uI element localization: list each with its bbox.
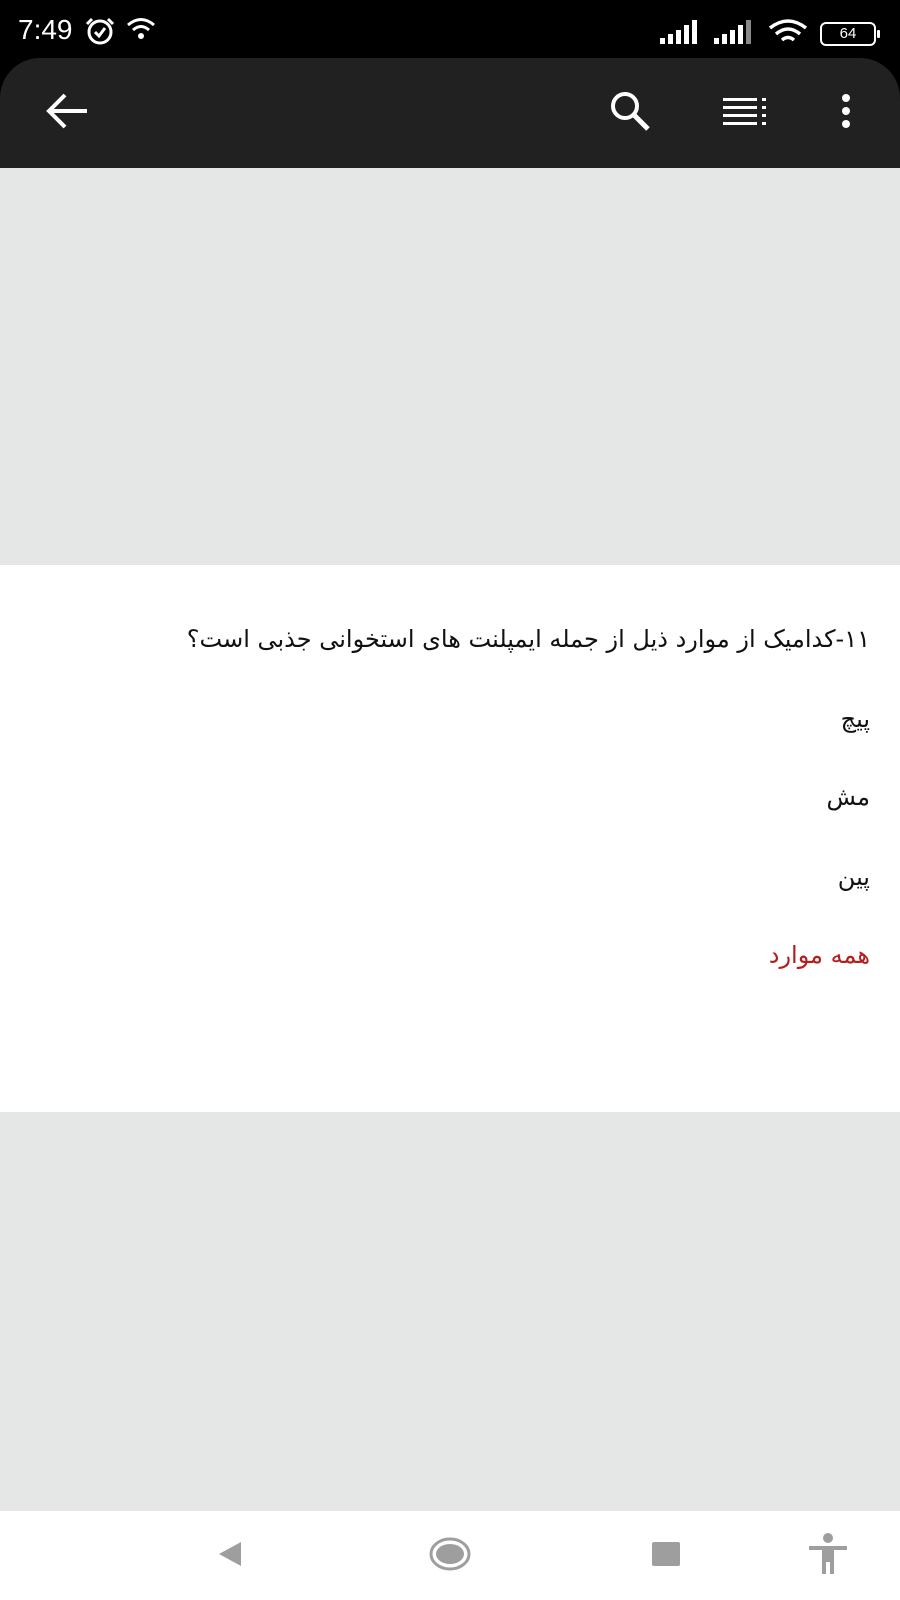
signal-icon-2 <box>714 20 756 48</box>
wifi-icon <box>768 18 808 50</box>
back-button[interactable] <box>39 85 95 141</box>
option-4-correct-answer[interactable]: همه موارد <box>769 941 870 969</box>
question-card: ۱۱-کدامیک از موارد ذیل از جمله ایمپلنت ه… <box>0 565 900 1112</box>
option-3[interactable]: پین <box>838 863 870 891</box>
more-options-button[interactable] <box>818 85 874 141</box>
ad-placeholder-bottom <box>0 1112 900 1511</box>
nav-home-button[interactable] <box>420 1531 480 1581</box>
signal-icon <box>660 20 702 48</box>
nav-home-icon <box>428 1536 472 1576</box>
search-button[interactable] <box>602 85 658 141</box>
system-nav-bar <box>0 1511 900 1600</box>
status-bar: 7:49 64 <box>0 0 900 58</box>
nav-back-icon <box>215 1539 245 1573</box>
nav-recents-icon <box>651 1541 681 1571</box>
list-button[interactable] <box>718 85 774 141</box>
option-1[interactable]: پیچ <box>841 705 870 733</box>
alarm-icon <box>84 16 116 50</box>
accessibility-button[interactable] <box>798 1531 858 1581</box>
arrow-left-icon <box>45 93 89 133</box>
more-vert-icon <box>840 93 852 133</box>
accessibility-icon <box>806 1532 850 1580</box>
search-icon <box>608 89 652 137</box>
status-left-icons <box>84 16 156 50</box>
option-2[interactable]: مش <box>827 783 870 811</box>
ad-placeholder-top <box>0 168 900 565</box>
status-right-icons: 64 <box>660 18 880 50</box>
list-icon <box>723 96 769 130</box>
question-text: ۱۱-کدامیک از موارد ذیل از جمله ایمپلنت ه… <box>186 625 870 653</box>
nav-recents-button[interactable] <box>636 1531 696 1581</box>
wifi-small-icon <box>126 16 156 50</box>
nav-back-button[interactable] <box>200 1531 260 1581</box>
app-bar <box>0 58 900 168</box>
status-time: 7:49 <box>18 14 73 45</box>
battery-indicator: 64 <box>820 22 880 46</box>
